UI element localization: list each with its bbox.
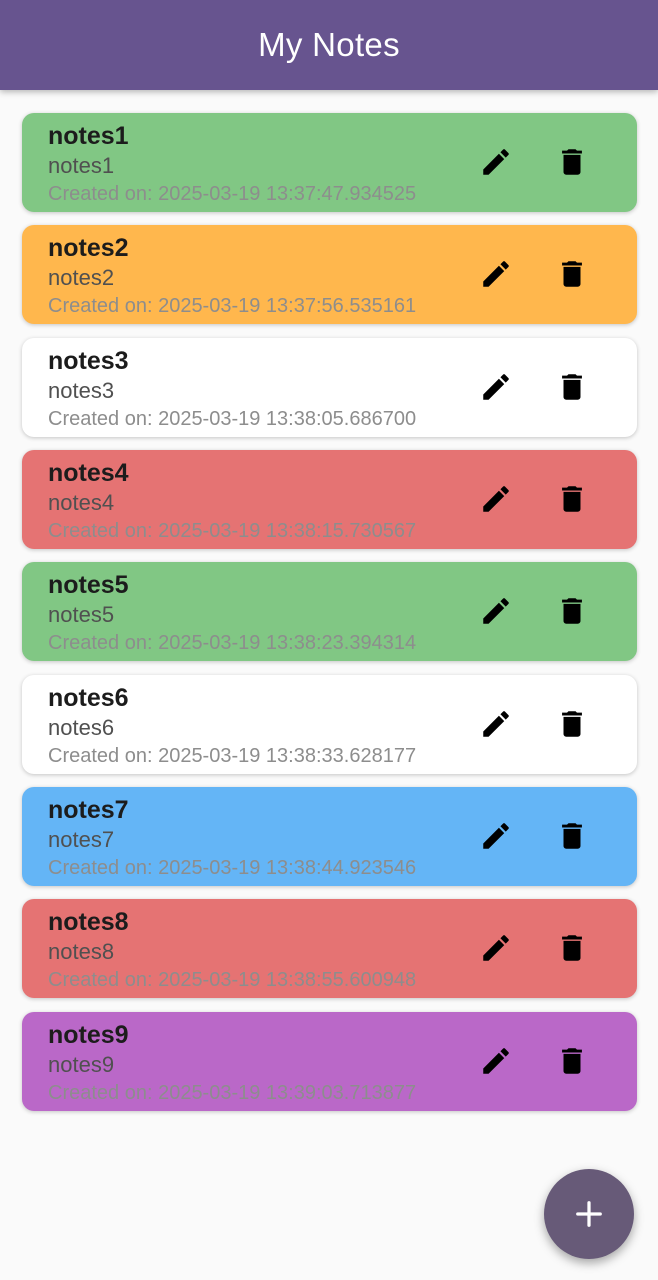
note-title: notes7 xyxy=(48,796,129,824)
edit-note-button[interactable] xyxy=(476,479,516,519)
delete-note-button[interactable] xyxy=(552,142,592,182)
note-created-date: Created on: 2025-03-19 13:37:56.535161 xyxy=(48,295,417,317)
note-created-date: Created on: 2025-03-19 13:39:03.713877 xyxy=(48,1082,417,1104)
edit-icon xyxy=(483,486,509,512)
note-created-date: Created on: 2025-03-19 13:38:44.923546 xyxy=(48,857,417,879)
add-note-button[interactable] xyxy=(544,1169,634,1259)
delete-icon xyxy=(562,149,582,175)
page-title: My Notes xyxy=(258,26,400,63)
note-title: notes9 xyxy=(48,1021,129,1049)
delete-note-button[interactable] xyxy=(552,1041,592,1081)
note-card[interactable]: notes3 notes3 Created on: 2025-03-19 13:… xyxy=(22,338,637,437)
delete-icon xyxy=(562,374,582,400)
edit-icon xyxy=(483,149,509,175)
note-created-date: Created on: 2025-03-19 13:37:47.934525 xyxy=(48,183,417,205)
note-title: notes1 xyxy=(48,122,129,150)
edit-icon xyxy=(483,711,509,737)
delete-icon xyxy=(562,935,582,961)
note-card[interactable]: notes6 notes6 Created on: 2025-03-19 13:… xyxy=(22,675,637,774)
note-card[interactable]: notes5 notes5 Created on: 2025-03-19 13:… xyxy=(22,562,637,661)
edit-note-button[interactable] xyxy=(476,704,516,744)
note-content: notes8 xyxy=(48,939,115,964)
note-card[interactable]: notes9 notes9 Created on: 2025-03-19 13:… xyxy=(22,1012,637,1111)
note-content: notes3 xyxy=(48,378,115,403)
note-content: notes2 xyxy=(48,265,115,290)
delete-note-button[interactable] xyxy=(552,816,592,856)
note-content: notes6 xyxy=(48,715,115,740)
note-card[interactable]: notes8 notes8 Created on: 2025-03-19 13:… xyxy=(22,899,637,998)
note-content: notes7 xyxy=(48,827,115,852)
app-bar: My Notes xyxy=(0,0,658,90)
delete-note-button[interactable] xyxy=(552,254,592,294)
edit-icon xyxy=(483,1048,509,1074)
delete-note-button[interactable] xyxy=(552,367,592,407)
delete-icon xyxy=(562,823,582,849)
edit-icon xyxy=(483,598,509,624)
delete-note-button[interactable] xyxy=(552,704,592,744)
note-title: notes6 xyxy=(48,684,129,712)
edit-note-button[interactable] xyxy=(476,254,516,294)
edit-icon xyxy=(483,935,509,961)
delete-icon xyxy=(562,1048,582,1074)
note-content: notes9 xyxy=(48,1052,115,1077)
note-created-date: Created on: 2025-03-19 13:38:05.686700 xyxy=(48,408,417,430)
note-content: notes4 xyxy=(48,490,115,515)
delete-note-button[interactable] xyxy=(552,479,592,519)
edit-note-button[interactable] xyxy=(476,1041,516,1081)
delete-note-button[interactable] xyxy=(552,591,592,631)
edit-note-button[interactable] xyxy=(476,928,516,968)
delete-icon xyxy=(562,711,582,737)
add-icon xyxy=(576,1201,602,1227)
edit-icon xyxy=(483,374,509,400)
edit-icon xyxy=(483,823,509,849)
delete-icon xyxy=(562,598,582,624)
delete-note-button[interactable] xyxy=(552,928,592,968)
note-created-date: Created on: 2025-03-19 13:38:33.628177 xyxy=(48,745,417,767)
note-title: notes2 xyxy=(48,234,129,262)
edit-icon xyxy=(483,261,509,287)
note-created-date: Created on: 2025-03-19 13:38:55.600948 xyxy=(48,969,417,991)
note-title: notes5 xyxy=(48,571,129,599)
delete-icon xyxy=(562,486,582,512)
note-title: notes4 xyxy=(48,459,129,487)
note-created-date: Created on: 2025-03-19 13:38:15.730567 xyxy=(48,520,417,542)
delete-icon xyxy=(562,261,582,287)
note-title: notes3 xyxy=(48,347,129,375)
edit-note-button[interactable] xyxy=(476,142,516,182)
note-title: notes8 xyxy=(48,908,129,936)
edit-note-button[interactable] xyxy=(476,816,516,856)
edit-note-button[interactable] xyxy=(476,591,516,631)
note-card[interactable]: notes4 notes4 Created on: 2025-03-19 13:… xyxy=(22,450,637,549)
note-card[interactable]: notes7 notes7 Created on: 2025-03-19 13:… xyxy=(22,787,637,886)
note-card[interactable]: notes1 notes1 Created on: 2025-03-19 13:… xyxy=(22,113,637,212)
note-card[interactable]: notes2 notes2 Created on: 2025-03-19 13:… xyxy=(22,225,637,324)
note-content: notes1 xyxy=(48,153,115,178)
note-created-date: Created on: 2025-03-19 13:38:23.394314 xyxy=(48,632,417,654)
edit-note-button[interactable] xyxy=(476,367,516,407)
note-content: notes5 xyxy=(48,602,115,627)
